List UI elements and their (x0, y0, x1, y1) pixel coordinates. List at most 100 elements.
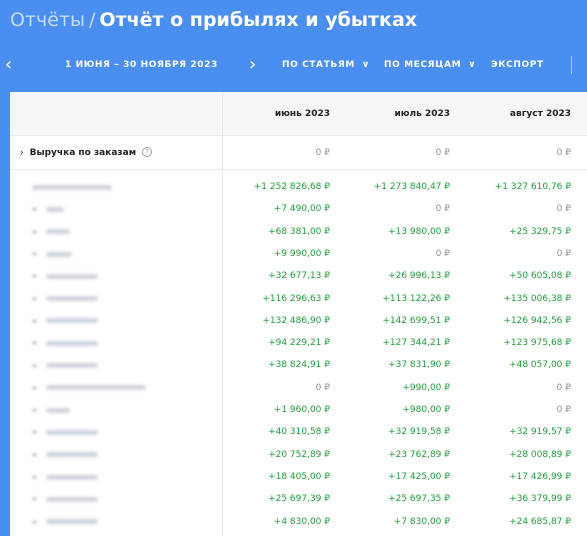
chevron-down-icon: ∨ (468, 60, 477, 70)
row-label (46, 363, 98, 369)
table-row[interactable]: +4 830,00 ₽ +7 830,00 ₽ +24 685,87 ₽ (10, 511, 587, 533)
table-header-row: июнь 2023 июль 2023 август 2023 (10, 92, 587, 136)
row-label (46, 474, 98, 480)
row-label (46, 452, 98, 458)
row-label (46, 273, 98, 279)
table-cell: +9 990,00 ₽ (273, 248, 330, 259)
group-by-items-label: по статьям (282, 60, 355, 70)
table-row[interactable]: +68 381,00 ₽ +13 980,00 ₽ +25 329,75 ₽ (10, 221, 587, 243)
table-cell: +1 252 826,68 ₽ (253, 182, 330, 192)
row-bullet (32, 274, 37, 279)
table-cell: +990,00 ₽ (402, 382, 450, 393)
row-bullet (32, 341, 37, 346)
expand-icon[interactable]: › (20, 148, 24, 158)
table-cell: +36 379,99 ₽ (509, 494, 571, 505)
page-title: Отчёты / Отчёт о прибылях и убытках (10, 8, 417, 32)
column-header-jul: июль 2023 (394, 109, 450, 119)
table-row[interactable]: +18 405,00 ₽ +17 425,00 ₽ +17 426,99 ₽ (10, 466, 587, 488)
table-cell: +24 685,87 ₽ (509, 516, 571, 527)
table-cell: +17 425,00 ₽ (388, 471, 450, 482)
next-period-icon[interactable]: › (249, 50, 256, 80)
table-cell: +26 996,13 ₽ (388, 271, 450, 282)
row-bullet (32, 430, 37, 435)
row-bullet (32, 497, 37, 502)
report-title: Отчёт о прибылях и убытках (99, 9, 418, 31)
table-cell: +38 824,91 ₽ (268, 360, 330, 371)
table-cell: +4 830,00 ₽ (273, 516, 330, 527)
row-bullet (32, 252, 37, 257)
table-row[interactable]: +94 229,21 ₽ +127 344,21 ₽ +123 975,68 ₽ (10, 332, 587, 354)
row-bullet (32, 207, 37, 212)
row-bullet (32, 519, 37, 524)
row-bullet (32, 229, 37, 234)
table-row[interactable]: +20 752,89 ₽ +23 762,89 ₽ +28 008,89 ₽ (10, 444, 587, 466)
table-row[interactable]: +32 677,13 ₽ +26 996,13 ₽ +50 605,08 ₽ (10, 265, 587, 287)
table-cell: 0 ₽ (315, 382, 330, 393)
table-cell: 0 ₽ (556, 148, 571, 158)
table-cell: +135 006,38 ₽ (503, 293, 571, 304)
row-bullet (32, 475, 37, 480)
row-bullet (32, 318, 37, 323)
column-divider (222, 92, 223, 536)
table-cell: +25 329,75 ₽ (509, 226, 571, 237)
table-cell: 0 ₽ (435, 148, 450, 158)
row-label (46, 318, 98, 324)
table-cell: +40 310,58 ₽ (268, 427, 330, 438)
date-range-button[interactable]: 1 июня – 30 ноября 2023 (65, 50, 218, 80)
table-row[interactable]: +7 490,00 ₽ 0 ₽ 0 ₽ (10, 198, 587, 220)
table-cell: +68 381,00 ₽ (268, 226, 330, 237)
table-cell: +113 122,26 ₽ (382, 293, 450, 304)
column-header-aug: август 2023 (509, 109, 571, 119)
group-by-items-dropdown[interactable]: по статьям ∨ (282, 50, 370, 80)
breadcrumb-reports[interactable]: Отчёты (10, 9, 85, 31)
row-bullet (32, 408, 37, 413)
column-header-jun: июнь 2023 (274, 109, 330, 119)
export-button[interactable]: экспорт (491, 50, 544, 80)
table-row[interactable]: +116 296,63 ₽ +113 122,26 ₽ +135 006,38 ₽ (10, 288, 587, 310)
table-cell: 0 ₽ (556, 204, 571, 215)
table-row[interactable]: +1 960,00 ₽ +980,00 ₽ 0 ₽ (10, 399, 587, 421)
table-row[interactable]: +9 990,00 ₽ 0 ₽ 0 ₽ (10, 243, 587, 265)
table-cell: +32 677,13 ₽ (268, 271, 330, 282)
table-row[interactable]: +132 486,90 ₽ +142 699,51 ₽ +126 942,56 ₽ (10, 310, 587, 332)
row-label (46, 296, 98, 302)
revenue-row-label[interactable]: › Выручка по заказам? (20, 136, 153, 170)
table-row[interactable]: +25 697,39 ₽ +25 697,35 ₽ +36 379,99 ₽ (10, 488, 587, 510)
group-by-months-dropdown[interactable]: по месяцам ∨ (384, 50, 476, 80)
table-cell: +17 426,99 ₽ (509, 471, 571, 482)
table-cell: +94 229,21 ₽ (268, 338, 330, 349)
table-cell: +18 405,00 ₽ (268, 471, 330, 482)
chevron-down-icon: ∨ (361, 60, 370, 70)
table-cell: +25 697,35 ₽ (388, 494, 450, 505)
table-cell: +1 960,00 ₽ (273, 405, 330, 415)
table-row[interactable]: 0 ₽ +990,00 ₽ 0 ₽ (10, 377, 587, 399)
table-row[interactable]: +38 824,91 ₽ +37 831,90 ₽ +48 057,00 ₽ (10, 354, 587, 376)
toolbar: ‹ 1 июня – 30 ноября 2023 › по статьям ∨ … (0, 50, 587, 80)
table-row[interactable]: +1 252 826,68 ₽ +1 273 840,47 ₽ +1 327 610… (10, 176, 587, 198)
group-by-months-label: по месяцам (384, 60, 462, 70)
table-cell: +32 919,57 ₽ (509, 427, 571, 438)
table-cell: +132 486,90 ₽ (262, 315, 330, 326)
help-icon[interactable]: ? (142, 147, 153, 157)
table-cell: +7 830,00 ₽ (393, 516, 450, 527)
revenue-row[interactable]: › Выручка по заказам? 0 ₽ 0 ₽ 0 ₽ (10, 136, 587, 170)
table-cell: +123 975,68 ₽ (503, 338, 571, 349)
table-row[interactable]: +40 310,58 ₽ +32 919,58 ₽ +32 919,57 ₽ (10, 421, 587, 443)
row-label (32, 184, 112, 190)
row-label (46, 340, 98, 346)
row-label (46, 206, 64, 212)
table-cell: +1 273 840,47 ₽ (373, 182, 450, 192)
table-cell: +126 942,56 ₽ (503, 315, 571, 326)
prev-period-icon[interactable]: ‹ (5, 50, 12, 80)
row-label (46, 385, 146, 391)
row-label (46, 251, 72, 257)
row-label (46, 229, 70, 235)
table-cell: 0 ₽ (556, 382, 571, 393)
table-cell: +1 327 610,76 ₽ (494, 182, 571, 192)
row-bullet (32, 296, 37, 301)
table-cell: +48 057,00 ₽ (509, 360, 571, 371)
row-bullet (32, 363, 37, 368)
table-cell: +23 762,89 ₽ (388, 449, 450, 460)
table-cell: 0 ₽ (435, 248, 450, 259)
table-cell: +28 008,89 ₽ (509, 449, 571, 460)
